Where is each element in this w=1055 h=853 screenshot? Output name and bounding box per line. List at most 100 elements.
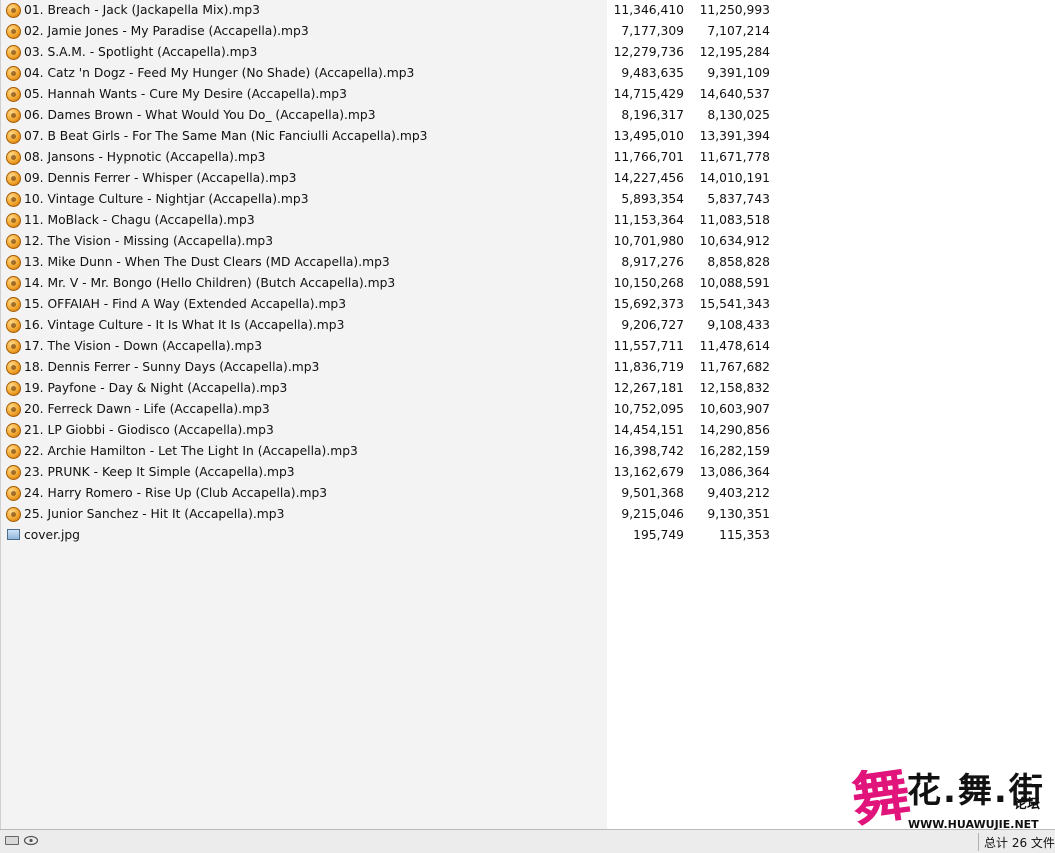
file-row[interactable]: 20. Ferreck Dawn - Life (Accapella).mp3 1… — [0, 399, 800, 420]
image-file-icon — [7, 529, 20, 540]
file-packed-size: 8,858,828 — [707, 255, 770, 269]
file-row[interactable]: 23. PRUNK - Keep It Simple (Accapella).m… — [0, 462, 800, 483]
audio-file-icon — [6, 339, 21, 354]
file-row[interactable]: cover.jpg 195,749 115,353 — [0, 525, 800, 546]
file-row[interactable]: 01. Breach - Jack (Jackapella Mix).mp3 11… — [0, 0, 800, 21]
file-packed-size: 13,086,364 — [699, 465, 770, 479]
watermark-logo: 舞 花.舞.街 论坛 WWW.HUAWUJIE.NET — [848, 759, 1052, 835]
watermark-subtitle: 论坛 — [1014, 797, 1041, 812]
file-size: 5,893,354 — [621, 192, 684, 206]
file-packed-size: 115,353 — [719, 528, 770, 542]
audio-file-icon — [6, 465, 21, 480]
file-name: 17. The Vision - Down (Accapella).mp3 — [24, 339, 263, 353]
file-name: 13. Mike Dunn - When The Dust Clears (MD… — [24, 255, 390, 269]
file-name: 05. Hannah Wants - Cure My Desire (Accap… — [24, 87, 347, 101]
file-row[interactable]: 02. Jamie Jones - My Paradise (Accapella… — [0, 21, 800, 42]
file-size: 9,501,368 — [621, 486, 684, 500]
audio-file-icon — [6, 192, 21, 207]
file-size: 12,279,736 — [613, 45, 684, 59]
file-row[interactable]: 04. Catz 'n Dogz - Feed My Hunger (No Sh… — [0, 63, 800, 84]
file-name: 24. Harry Romero - Rise Up (Club Accapel… — [24, 486, 328, 500]
file-row[interactable]: 05. Hannah Wants - Cure My Desire (Accap… — [0, 84, 800, 105]
file-packed-size: 10,088,591 — [699, 276, 770, 290]
file-size: 16,398,742 — [613, 444, 684, 458]
audio-file-icon — [6, 66, 21, 81]
audio-file-icon — [6, 87, 21, 102]
file-packed-size: 14,290,856 — [699, 423, 770, 437]
file-size: 11,766,701 — [613, 150, 684, 164]
file-packed-size: 10,634,912 — [699, 234, 770, 248]
drive-icon[interactable] — [5, 836, 19, 845]
file-name: 14. Mr. V - Mr. Bongo (Hello Children) (… — [24, 276, 396, 290]
file-name: 03. S.A.M. - Spotlight (Accapella).mp3 — [24, 45, 258, 59]
file-row[interactable]: 17. The Vision - Down (Accapella).mp3 11,… — [0, 336, 800, 357]
file-packed-size: 9,391,109 — [707, 66, 770, 80]
audio-file-icon — [6, 234, 21, 249]
audio-file-icon — [6, 129, 21, 144]
file-size: 9,206,727 — [621, 318, 684, 332]
file-row[interactable]: 07. B Beat Girls - For The Same Man (Nic… — [0, 126, 800, 147]
audio-file-icon — [6, 255, 21, 270]
file-name: 25. Junior Sanchez - Hit It (Accapella).… — [24, 507, 285, 521]
audio-file-icon — [6, 486, 21, 501]
file-packed-size: 15,541,343 — [699, 297, 770, 311]
audio-file-icon — [6, 444, 21, 459]
file-row[interactable]: 16. Vintage Culture - It Is What It Is (… — [0, 315, 800, 336]
file-row[interactable]: 06. Dames Brown - What Would You Do_ (Ac… — [0, 105, 800, 126]
file-row[interactable]: 09. Dennis Ferrer - Whisper (Accapella).… — [0, 168, 800, 189]
file-row[interactable]: 14. Mr. V - Mr. Bongo (Hello Children) (… — [0, 273, 800, 294]
file-name: 10. Vintage Culture - Nightjar (Accapell… — [24, 192, 309, 206]
audio-file-icon — [6, 402, 21, 417]
file-packed-size: 12,195,284 — [699, 45, 770, 59]
audio-file-icon — [6, 45, 21, 60]
file-name: 04. Catz 'n Dogz - Feed My Hunger (No Sh… — [24, 66, 415, 80]
network-icon[interactable] — [23, 835, 39, 846]
file-size: 9,483,635 — [621, 66, 684, 80]
file-size: 10,701,980 — [613, 234, 684, 248]
file-row[interactable]: 25. Junior Sanchez - Hit It (Accapella).… — [0, 504, 800, 525]
file-packed-size: 8,130,025 — [707, 108, 770, 122]
file-size: 13,162,679 — [613, 465, 684, 479]
file-size: 10,150,268 — [613, 276, 684, 290]
file-packed-size: 14,010,191 — [699, 171, 770, 185]
total-files-label: 总计 26 文件 — [984, 836, 1055, 850]
file-size: 7,177,309 — [621, 24, 684, 38]
file-size: 195,749 — [633, 528, 684, 542]
file-row[interactable]: 03. S.A.M. - Spotlight (Accapella).mp3 12… — [0, 42, 800, 63]
file-packed-size: 13,391,394 — [699, 129, 770, 143]
watermark-dancer-glyph: 舞 — [847, 759, 915, 835]
file-list[interactable]: 01. Breach - Jack (Jackapella Mix).mp3 11… — [0, 0, 800, 546]
file-row[interactable]: 13. Mike Dunn - When The Dust Clears (MD… — [0, 252, 800, 273]
file-row[interactable]: 19. Payfone - Day & Night (Accapella).mp… — [0, 378, 800, 399]
file-size: 11,557,711 — [613, 339, 684, 353]
file-packed-size: 11,767,682 — [699, 360, 770, 374]
audio-file-icon — [6, 213, 21, 228]
file-row[interactable]: 15. OFFAIAH - Find A Way (Extended Accap… — [0, 294, 800, 315]
audio-file-icon — [6, 108, 21, 123]
file-name: 07. B Beat Girls - For The Same Man (Nic… — [24, 129, 428, 143]
file-packed-size: 10,603,907 — [699, 402, 770, 416]
file-name: cover.jpg — [24, 528, 80, 542]
audio-file-icon — [6, 171, 21, 186]
file-size: 11,153,364 — [613, 213, 684, 227]
file-row[interactable]: 12. The Vision - Missing (Accapella).mp3… — [0, 231, 800, 252]
file-row[interactable]: 22. Archie Hamilton - Let The Light In (… — [0, 441, 800, 462]
file-name: 08. Jansons - Hypnotic (Accapella).mp3 — [24, 150, 266, 164]
file-size: 14,454,151 — [613, 423, 684, 437]
file-size: 14,227,456 — [613, 171, 684, 185]
audio-file-icon — [6, 276, 21, 291]
file-name: 02. Jamie Jones - My Paradise (Accapella… — [24, 24, 309, 38]
file-packed-size: 11,671,778 — [699, 150, 770, 164]
file-row[interactable]: 24. Harry Romero - Rise Up (Club Accapel… — [0, 483, 800, 504]
file-name: 16. Vintage Culture - It Is What It Is (… — [24, 318, 345, 332]
file-name: 22. Archie Hamilton - Let The Light In (… — [24, 444, 358, 458]
file-packed-size: 11,083,518 — [699, 213, 770, 227]
file-row[interactable]: 18. Dennis Ferrer - Sunny Days (Accapell… — [0, 357, 800, 378]
file-row[interactable]: 08. Jansons - Hypnotic (Accapella).mp3 11… — [0, 147, 800, 168]
file-size: 8,196,317 — [621, 108, 684, 122]
file-row[interactable]: 21. LP Giobbi - Giodisco (Accapella).mp3… — [0, 420, 800, 441]
file-row[interactable]: 10. Vintage Culture - Nightjar (Accapell… — [0, 189, 800, 210]
file-size: 11,836,719 — [613, 360, 684, 374]
audio-file-icon — [6, 24, 21, 39]
file-row[interactable]: 11. MoBlack - Chagu (Accapella).mp3 11,15… — [0, 210, 800, 231]
